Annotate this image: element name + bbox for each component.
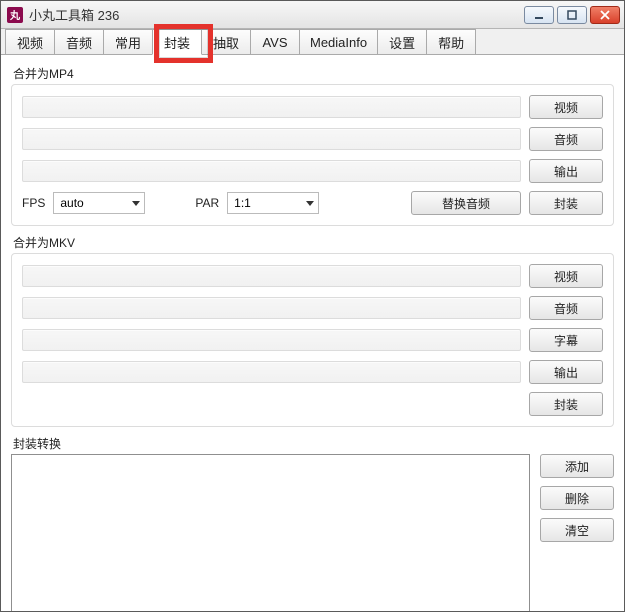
minimize-button[interactable] bbox=[524, 6, 554, 24]
window-controls bbox=[524, 6, 620, 24]
tab-label: 常用 bbox=[115, 33, 141, 52]
chevron-down-icon bbox=[132, 201, 140, 206]
tab-settings[interactable]: 设置 bbox=[377, 29, 427, 54]
panel-mkv: 视频 音频 字幕 输出 封装 bbox=[11, 253, 614, 427]
tab-mux[interactable]: 封装 bbox=[152, 29, 202, 55]
mp4-audio-button[interactable]: 音频 bbox=[529, 127, 603, 151]
fps-value: auto bbox=[60, 196, 83, 210]
tab-label: 抽取 bbox=[213, 33, 239, 52]
mp4-mux-button[interactable]: 封装 bbox=[529, 191, 603, 215]
chevron-down-icon bbox=[306, 201, 314, 206]
par-combo[interactable]: 1:1 bbox=[227, 192, 319, 214]
convert-clear-button[interactable]: 清空 bbox=[540, 518, 614, 542]
par-value: 1:1 bbox=[234, 196, 251, 210]
tab-mediainfo[interactable]: MediaInfo bbox=[299, 29, 378, 54]
mp4-output-input[interactable] bbox=[22, 160, 521, 182]
tab-label: 音频 bbox=[66, 33, 92, 52]
mkv-video-button[interactable]: 视频 bbox=[529, 264, 603, 288]
panel-mp4: 视频 音频 输出 FPS auto PAR 1:1 bbox=[11, 84, 614, 226]
maximize-button[interactable] bbox=[557, 6, 587, 24]
group-label-mp4: 合并为MP4 bbox=[13, 65, 614, 82]
mp4-output-button[interactable]: 输出 bbox=[529, 159, 603, 183]
tab-label: 视频 bbox=[17, 33, 43, 52]
tab-help[interactable]: 帮助 bbox=[426, 29, 476, 54]
mkv-audio-input[interactable] bbox=[22, 297, 521, 319]
group-label-convert: 封装转换 bbox=[13, 435, 614, 452]
window: 丸 小丸工具箱 236 视频 音频 常用 封装 抽取 AVS MediaInfo… bbox=[0, 0, 625, 612]
tab-avs[interactable]: AVS bbox=[250, 29, 300, 54]
mkv-subtitle-button[interactable]: 字幕 bbox=[529, 328, 603, 352]
mp4-video-input[interactable] bbox=[22, 96, 521, 118]
convert-list[interactable] bbox=[11, 454, 530, 611]
mkv-subtitle-input[interactable] bbox=[22, 329, 521, 351]
window-title: 小丸工具箱 236 bbox=[29, 5, 119, 24]
tab-label: MediaInfo bbox=[310, 35, 367, 50]
mkv-output-input[interactable] bbox=[22, 361, 521, 383]
app-logo-icon: 丸 bbox=[7, 7, 23, 23]
tab-common[interactable]: 常用 bbox=[103, 29, 153, 54]
mkv-mux-button[interactable]: 封装 bbox=[529, 392, 603, 416]
par-label: PAR bbox=[195, 196, 219, 210]
mkv-video-input[interactable] bbox=[22, 265, 521, 287]
convert-add-button[interactable]: 添加 bbox=[540, 454, 614, 478]
tab-label: 封装 bbox=[164, 33, 190, 52]
fps-combo[interactable]: auto bbox=[53, 192, 145, 214]
tab-video[interactable]: 视频 bbox=[5, 29, 55, 54]
group-label-mkv: 合并为MKV bbox=[13, 234, 614, 251]
tab-label: 设置 bbox=[389, 33, 415, 52]
maximize-icon bbox=[567, 10, 577, 20]
tab-demux[interactable]: 抽取 bbox=[201, 29, 251, 54]
tabstrip: 视频 音频 常用 封装 抽取 AVS MediaInfo 设置 帮助 bbox=[1, 29, 624, 55]
titlebar: 丸 小丸工具箱 236 bbox=[1, 1, 624, 29]
mp4-audio-input[interactable] bbox=[22, 128, 521, 150]
fps-label: FPS bbox=[22, 196, 45, 210]
close-icon bbox=[600, 10, 610, 20]
tab-label: 帮助 bbox=[438, 33, 464, 52]
convert-remove-button[interactable]: 删除 bbox=[540, 486, 614, 510]
mp4-video-button[interactable]: 视频 bbox=[529, 95, 603, 119]
minimize-icon bbox=[534, 10, 544, 20]
close-button[interactable] bbox=[590, 6, 620, 24]
client-area: 合并为MP4 视频 音频 输出 FPS auto PAR bbox=[1, 55, 624, 611]
replace-audio-button[interactable]: 替换音频 bbox=[411, 191, 521, 215]
mkv-output-button[interactable]: 输出 bbox=[529, 360, 603, 384]
tab-audio[interactable]: 音频 bbox=[54, 29, 104, 54]
panel-convert: 添加 删除 清空 bbox=[11, 454, 614, 611]
tab-label: AVS bbox=[262, 35, 287, 50]
mkv-audio-button[interactable]: 音频 bbox=[529, 296, 603, 320]
